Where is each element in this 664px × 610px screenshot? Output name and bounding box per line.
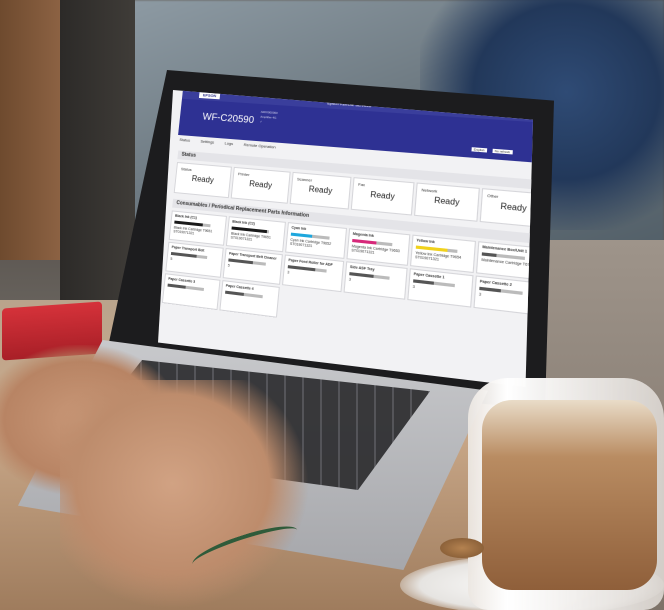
tab-settings[interactable]: Settings	[200, 139, 214, 145]
level-bar	[167, 284, 204, 291]
level-fill	[413, 279, 434, 285]
status-card: Network Ready	[414, 182, 480, 221]
header-controls: English No refresh	[471, 147, 512, 154]
tab-remote-operation[interactable]: Remote Operation	[244, 142, 276, 149]
status-card-label: Status	[181, 166, 192, 172]
status-card-value: Ready	[292, 183, 350, 197]
consumable-details: 5	[170, 257, 172, 261]
status-card-label: Fax	[358, 182, 365, 188]
tab-logs[interactable]: Logs	[224, 141, 233, 147]
level-fill	[349, 272, 373, 278]
consumable-name: Magenta Ink	[353, 232, 375, 238]
consumable-details: 3	[287, 270, 289, 274]
level-fill	[171, 252, 197, 258]
consumable-details: 3	[349, 277, 351, 281]
consumable-card: Paper Cassette 3	[162, 273, 221, 310]
status-card-value: Ready	[176, 173, 230, 187]
consumable-details: 3	[479, 292, 482, 297]
consumable-name: Cyan Ink	[291, 226, 306, 232]
level-bar	[288, 265, 327, 272]
status-card: Fax Ready	[351, 177, 415, 215]
consumable-details: Black Ink Cartridge T9651 ST019071321	[230, 231, 270, 243]
status-card: Scanner Ready	[290, 172, 352, 210]
level-bar	[171, 252, 207, 259]
laptop-screen: EPSON Epson Remote Services WF-C20590 A0…	[158, 90, 533, 387]
consumable-card: Paper Transport Belt 5	[165, 242, 223, 278]
consumable-name: Black Ink (C2)	[232, 220, 255, 226]
consumable-name: Side ASF Tray	[350, 265, 375, 272]
consumable-details: Black Ink Cartridge T9651 ST019071321	[173, 225, 212, 237]
consumable-name: Black Ink (C1)	[175, 214, 197, 220]
detail-line: 3	[479, 292, 482, 297]
consumable-name: Paper Cassette 4	[226, 284, 254, 291]
device-info: A00X000000 Amplifier 4G ✓	[260, 110, 278, 126]
detail-line: 5	[170, 257, 172, 261]
status-card-value: Ready	[233, 178, 289, 192]
status-card-value: Ready	[353, 188, 413, 203]
consumable-details: Magenta Ink Cartridge T9653 ST019071321	[351, 244, 400, 257]
consumable-card: Paper Cassette 1 3	[407, 268, 473, 307]
level-fill	[167, 284, 185, 289]
consumable-card: Maintenance Box/Unit 1 Maintenance Cartri…	[476, 241, 533, 280]
consumable-card: Black Ink (C1) Black Ink Cartridge T9651 S…	[169, 210, 227, 245]
consumable-details: Cyan Ink Cartridge T9652 ST019071321	[290, 238, 331, 250]
status-card-label: Other	[487, 193, 499, 199]
level-fill	[479, 287, 501, 293]
status-card: Printer Ready	[231, 167, 291, 204]
level-bar	[479, 287, 522, 295]
level-bar	[228, 258, 266, 265]
level-bar	[349, 272, 389, 280]
language-select[interactable]: English	[471, 147, 487, 152]
consumable-card: Cyan Ink Cyan Ink Cartridge T9652 ST019071…	[285, 222, 347, 259]
status-card-value: Ready	[416, 194, 478, 209]
consumable-card: Paper Feed Roller for ADF 3	[282, 255, 344, 293]
status-card-label: Network	[421, 187, 437, 194]
level-fill	[228, 258, 252, 264]
consumable-card: Yellow Ink Yellow Ink Cartridge T9654 ST01…	[410, 235, 476, 274]
consumable-name: Paper Transport Belt	[171, 245, 204, 253]
consumable-card: Paper Cassette 2 3	[473, 275, 533, 315]
right-hand	[60, 380, 310, 610]
level-bar	[413, 279, 455, 287]
consumable-name: Paper Cassette 2	[480, 279, 512, 287]
status-card: Status Ready	[174, 162, 232, 198]
wood-panel	[0, 0, 60, 260]
consumable-card: Magenta Ink Magenta Ink Cartridge T9653 ST…	[346, 228, 410, 266]
tab-status[interactable]: Status	[179, 137, 190, 143]
detail-line: 3	[413, 285, 415, 289]
level-fill	[225, 291, 244, 296]
detail-line: 3	[287, 270, 289, 274]
consumable-name: Yellow Ink	[416, 238, 435, 244]
status-card-label: Printer	[238, 171, 250, 177]
consumable-card: Side ASF Tray 3	[344, 261, 408, 300]
detail-line: Maintenance Cartridge T6714	[481, 258, 533, 268]
status-card: Other Ready	[480, 188, 533, 228]
refresh-select[interactable]: No refresh	[492, 149, 512, 155]
consumable-card: Paper Transport Belt Cleaner 5	[223, 248, 283, 285]
consumable-details: 3	[413, 285, 415, 289]
detail-line: 5	[228, 263, 230, 267]
status-card-label: Scanner	[297, 176, 312, 182]
detail-line: 3	[349, 277, 351, 281]
level-fill	[482, 252, 497, 257]
consumable-name: Paper Cassette 3	[168, 277, 195, 284]
consumable-name: Paper Cassette 1	[414, 272, 445, 280]
level-fill	[288, 265, 315, 271]
status-card-value: Ready	[482, 200, 533, 215]
consumable-details: 5	[228, 263, 230, 267]
coffee	[482, 400, 657, 590]
cookie	[440, 538, 484, 558]
device-model: WF-C20590	[202, 112, 254, 126]
photo-scene: EPSON Epson Remote Services WF-C20590 A0…	[0, 0, 664, 610]
consumable-card: Paper Cassette 4	[219, 280, 279, 318]
consumable-card: Black Ink (C2) Black Ink Cartridge T9651 S…	[226, 216, 286, 252]
epson-remote-ui: EPSON Epson Remote Services WF-C20590 A0…	[158, 90, 533, 387]
consumable-details: Maintenance Cartridge T6714	[481, 258, 533, 268]
level-bar	[225, 291, 263, 299]
